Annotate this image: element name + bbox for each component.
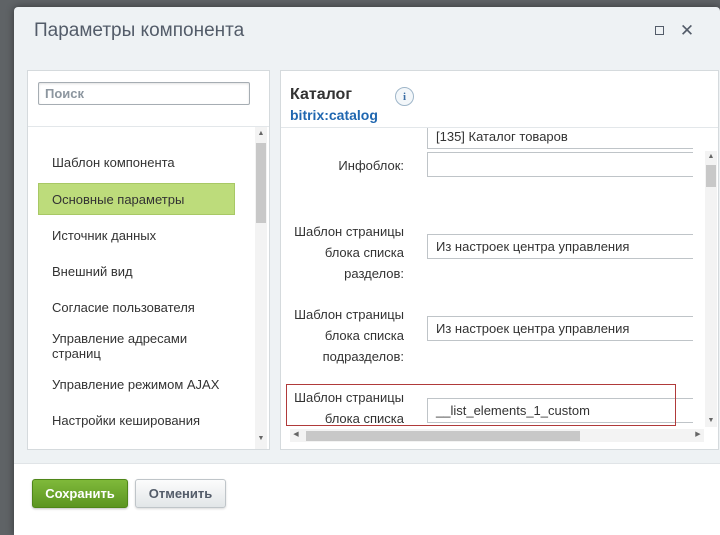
sidebar-item-user-consent[interactable]: Согласие пользователя — [38, 300, 235, 315]
panel-hscroll-thumb[interactable] — [306, 431, 580, 441]
sidebar-scroll-thumb[interactable] — [256, 143, 266, 223]
sections-sidebar: Шаблон компонента Основные параметры Ист… — [27, 70, 270, 450]
search-input[interactable] — [38, 82, 250, 105]
save-button[interactable]: Сохранить — [32, 479, 128, 508]
param-label-subsections-template: Шаблон страницы блока списка подразделов… — [294, 307, 404, 364]
sidebar-item-main-params[interactable]: Основные параметры — [38, 183, 235, 215]
scroll-down-arrow-icon[interactable]: ▼ — [255, 435, 267, 443]
params-list: Инфоблок: [135] Каталог товаров Шаблон с… — [281, 128, 693, 428]
subsections-template-select[interactable]: Из настроек центра управления — [427, 316, 693, 341]
param-label-sections-template: Шаблон страницы блока списка разделов: — [294, 224, 404, 281]
sidebar-item-appearance[interactable]: Внешний вид — [38, 264, 235, 279]
sidebar-item-template[interactable]: Шаблон компонента — [38, 155, 235, 170]
dialog-footer: Сохранить Отменить — [14, 463, 720, 535]
sections-template-select[interactable]: Из настроек центра управления — [427, 234, 693, 259]
sidebar-item-ajax-mode[interactable]: Управление режимом AJAX — [38, 377, 235, 392]
dialog-title: Параметры компонента — [34, 20, 245, 41]
component-params-dialog: Параметры компонента ✕ Шаблон компонента… — [14, 7, 720, 535]
iblock-select[interactable]: [135] Каталог товаров — [427, 128, 693, 149]
dialog-titlebar[interactable]: Параметры компонента ✕ — [14, 7, 720, 55]
close-button[interactable]: ✕ — [677, 20, 697, 40]
info-icon[interactable]: i — [395, 87, 414, 106]
panel-scroll-left-icon[interactable]: ◀ — [291, 431, 301, 439]
component-code: bitrix:catalog — [290, 107, 378, 123]
param-label-iblock: Инфоблок: — [338, 158, 404, 173]
maximize-icon — [654, 25, 664, 35]
sidebar-item-caching[interactable]: Настройки кеширования — [38, 413, 235, 428]
iblock-extra-field[interactable] — [427, 152, 693, 177]
maximize-button[interactable] — [649, 20, 669, 40]
sidebar-list: Шаблон компонента Основные параметры Ист… — [28, 127, 255, 449]
panel-vscroll-thumb[interactable] — [706, 165, 716, 187]
panel-scroll-down-icon[interactable]: ▼ — [705, 417, 717, 425]
panel-scroll-right-icon[interactable]: ▶ — [693, 431, 703, 439]
scroll-up-arrow-icon[interactable]: ▲ — [255, 130, 267, 138]
panel-scroll-up-icon[interactable]: ▲ — [705, 153, 717, 161]
params-panel: Каталог bitrix:catalog i Инфоблок: [135]… — [280, 70, 719, 450]
panel-horizontal-scrollbar[interactable]: ◀ ▶ — [290, 429, 704, 442]
panel-vertical-scrollbar[interactable]: ▲ ▼ — [705, 151, 717, 427]
highlight-frame — [286, 384, 676, 426]
cancel-button[interactable]: Отменить — [135, 479, 226, 508]
sidebar-item-data-source[interactable]: Источник данных — [38, 228, 235, 243]
sidebar-item-url-management[interactable]: Управление адресами страниц — [38, 331, 218, 361]
sidebar-scrollbar[interactable]: ▲ ▼ — [255, 127, 267, 449]
component-title: Каталог — [290, 86, 352, 103]
close-icon: ✕ — [679, 20, 695, 40]
